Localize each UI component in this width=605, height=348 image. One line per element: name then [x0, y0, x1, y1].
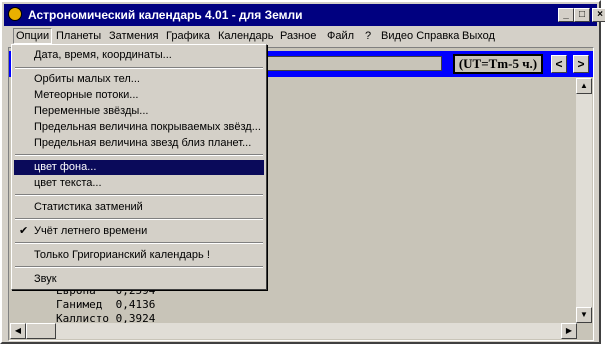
menu-planets[interactable]: Планеты [56, 30, 101, 42]
scroll-up-icon[interactable]: ▲ [576, 78, 592, 94]
app-window: Астрономический календарь 4.01 - для Зем… [0, 0, 605, 344]
app-icon [8, 7, 22, 21]
menu-options[interactable]: Опции [13, 28, 53, 44]
menu-separator [15, 218, 263, 220]
menu-item-datetime[interactable]: Дата, время, координаты... [14, 48, 264, 63]
menu-item-sound[interactable]: Звук [14, 272, 264, 287]
menu-item-gregorian[interactable]: Только Григорианский календарь ! [14, 248, 264, 263]
horizontal-scrollbar[interactable]: ◀ ▶ [10, 323, 577, 339]
maximize-button[interactable]: □ [574, 8, 590, 22]
menu-misc[interactable]: Разное [280, 30, 316, 42]
menu-item-occultation-limit[interactable]: Предельная величина покрываемых звёзд... [14, 120, 264, 135]
menu-item-text-color[interactable]: цвет текста... [14, 176, 264, 191]
menu-exit[interactable]: Выход [462, 30, 495, 42]
close-button[interactable]: × [592, 8, 605, 22]
menu-separator [15, 266, 263, 268]
menu-item-variable-stars[interactable]: Переменные звёзды... [14, 104, 264, 119]
menu-separator [15, 242, 263, 244]
data-line: Ганимед 0,4136 [56, 298, 156, 311]
checkmark-icon: ✔ [19, 225, 29, 237]
menu-item-meteors[interactable]: Метеорные потоки... [14, 88, 264, 103]
menu-item-bg-color[interactable]: цвет фона... [14, 160, 264, 175]
menu-video-help[interactable]: Видео Справка [381, 30, 459, 42]
menu-separator [15, 67, 263, 69]
menu-separator [15, 194, 263, 196]
menu-calendar[interactable]: Календарь [218, 30, 274, 42]
title-bar: Астрономический календарь 4.01 - для Зем… [4, 4, 605, 26]
scroll-down-icon[interactable]: ▼ [576, 307, 592, 323]
menu-item-eclipse-stats[interactable]: Статистика затмений [14, 200, 264, 215]
menu-file[interactable]: Файл [327, 30, 354, 42]
menu-item-daylight-saving[interactable]: ✔ Учёт летнего времени [14, 224, 264, 239]
timezone-button[interactable]: (UT=Tm-5 ч.) [453, 54, 543, 74]
scroll-right-icon[interactable]: ▶ [561, 323, 577, 339]
vertical-scrollbar[interactable]: ▲ ▼ [576, 78, 592, 323]
scroll-thumb[interactable] [26, 323, 56, 339]
options-dropdown: Дата, время, координаты... Орбиты малых … [11, 44, 267, 290]
menu-separator [15, 154, 263, 156]
menu-help[interactable]: ? [365, 30, 371, 42]
menu-item-planet-star-limit[interactable]: Предельная величина звезд близ планет... [14, 136, 264, 151]
scroll-left-icon[interactable]: ◀ [10, 323, 26, 339]
date-field[interactable] [264, 56, 442, 71]
menu-eclipses[interactable]: Затмения [109, 30, 158, 42]
minimize-button[interactable]: _ [558, 8, 574, 22]
menu-graphics[interactable]: Графика [166, 30, 210, 42]
window-title: Астрономический календарь 4.01 - для Зем… [28, 8, 303, 22]
next-button[interactable]: > [573, 55, 589, 73]
prev-button[interactable]: < [551, 55, 567, 73]
menu-item-orbits[interactable]: Орбиты малых тел... [14, 72, 264, 87]
